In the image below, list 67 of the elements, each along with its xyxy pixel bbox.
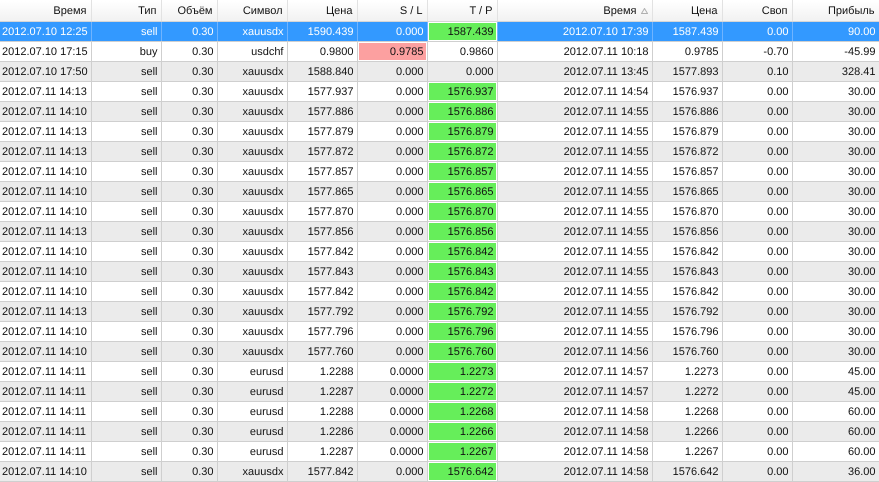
table-row[interactable]: 2012.07.11 14:10 sell 0.30 xauusdx 1577.760 0.000 1576.760 2012.07.11 14:56 1576.760 0.00 30.00 [0,342,879,362]
table-cell: 1.2272 [427,382,497,402]
column-header[interactable]: Время [497,0,652,22]
column-header[interactable]: Своп [722,0,792,22]
table-row[interactable]: 2012.07.11 14:13 sell 0.30 xauusdx 1577.792 0.000 1576.792 2012.07.11 14:55 1576.792 0.00 30.00 [0,302,879,322]
table-row[interactable]: 2012.07.11 14:10 sell 0.30 xauusdx 1577.843 0.000 1576.843 2012.07.11 14:55 1576.843 0.00 30.00 [0,262,879,282]
table-cell: 1576.879 [427,122,497,142]
table-cell: 1587.439 [427,22,497,42]
column-header[interactable]: S / L [357,0,427,22]
table-cell: 0.9785 [357,42,427,62]
table-row[interactable]: 2012.07.11 14:11 sell 0.30 eurusd 1.2288 0.0000 1.2273 2012.07.11 14:57 1.2273 0.00 45.00 [0,362,879,382]
table-cell: 0.000 [357,462,427,482]
table-cell: 2012.07.11 14:58 [497,462,652,482]
table-cell: 1576.842 [427,242,497,262]
table-cell: 36.00 [792,462,879,482]
table-cell: 1576.856 [427,222,497,242]
column-header[interactable]: Тип [91,0,161,22]
table-cell: 1576.870 [427,202,497,222]
column-header[interactable]: Цена [287,0,357,22]
table-cell: 1576.642 [652,462,722,482]
table-row[interactable]: 2012.07.11 14:10 sell 0.30 xauusdx 1577.796 0.000 1576.796 2012.07.11 14:55 1576.796 0.00 30.00 [0,322,879,342]
column-header[interactable]: Прибыль [792,0,879,22]
table-row[interactable]: 2012.07.10 17:15 buy 0.30 usdchf 0.9800 0.9785 0.9860 2012.07.11 10:18 0.9785 -0.70 -45.99 [0,42,879,62]
table-row[interactable]: 2012.07.11 14:10 sell 0.30 xauusdx 1577.842 0.000 1576.842 2012.07.11 14:55 1576.842 0.00 30.00 [0,242,879,262]
table-row[interactable]: 2012.07.11 14:10 sell 0.30 xauusdx 1577.865 0.000 1576.865 2012.07.11 14:55 1576.865 0.00 30.00 [0,182,879,202]
table-cell: 1576.760 [427,342,497,362]
table-cell: 0.30 [161,462,217,482]
table-row[interactable]: 2012.07.11 14:13 sell 0.30 xauusdx 1577.937 0.000 1576.937 2012.07.11 14:54 1576.937 0.00 30.00 [0,82,879,102]
table-cell: 1.2267 [427,442,497,462]
table-cell: 0.00 [722,462,792,482]
table-row[interactable]: 2012.07.11 14:10 sell 0.30 xauusdx 1577.842 0.000 1576.642 2012.07.11 14:58 1576.642 0.00 36.00 [0,462,879,482]
table-row[interactable]: 2012.07.11 14:10 sell 0.30 xauusdx 1577.842 0.000 1576.842 2012.07.11 14:55 1576.842 0.00 30.00 [0,282,879,302]
table-row[interactable]: 2012.07.11 14:10 sell 0.30 xauusdx 1577.857 0.000 1576.857 2012.07.11 14:55 1576.857 0.00 30.00 [0,162,879,182]
table-row[interactable]: 2012.07.11 14:13 sell 0.30 xauusdx 1577.856 0.000 1576.856 2012.07.11 14:55 1576.856 0.00 30.00 [0,222,879,242]
table-row[interactable]: 2012.07.10 12:25 sell 0.30 xauusdx 1590.439 0.000 1587.439 2012.07.10 17:39 1587.439 0.00 90.00 [0,22,879,42]
column-header[interactable]: T / P [427,0,497,22]
table-row[interactable]: 2012.07.11 14:10 sell 0.30 xauusdx 1577.886 0.000 1576.886 2012.07.11 14:55 1576.886 0.00 30.00 [0,102,879,122]
table-cell: xauusdx [217,462,287,482]
column-header[interactable]: Цена [652,0,722,22]
table-row[interactable]: 2012.07.10 17:50 sell 0.30 xauusdx 1588.840 0.000 0.000 2012.07.11 13:45 1577.893 0.10 328.41 [0,62,879,82]
table-row[interactable]: 2012.07.11 14:11 sell 0.30 eurusd 1.2288 0.0000 1.2268 2012.07.11 14:58 1.2268 0.00 60.00 [0,402,879,422]
table-cell: 2012.07.11 14:10 [0,462,91,482]
sort-icon [640,8,648,14]
table-cell: 1.2273 [427,362,497,382]
table-cell: 1576.937 [427,82,497,102]
column-header[interactable]: Время [0,0,91,22]
table-row[interactable]: 2012.07.11 14:11 sell 0.30 eurusd 1.2287 0.0000 1.2272 2012.07.11 14:57 1.2272 0.00 45.00 [0,382,879,402]
table-cell: 1576.872 [427,142,497,162]
table-cell: 1576.642 [427,462,497,482]
table-cell: 1.2268 [427,402,497,422]
table-row[interactable]: 2012.07.11 14:13 sell 0.30 xauusdx 1577.872 0.000 1576.872 2012.07.11 14:55 1576.872 0.00 30.00 [0,142,879,162]
table-cell: 1576.796 [427,322,497,342]
table-cell: 1576.843 [427,262,497,282]
column-header[interactable]: Символ [217,0,287,22]
table-cell: 1576.842 [427,282,497,302]
table-cell: 1576.857 [427,162,497,182]
table-row[interactable]: 2012.07.11 14:11 sell 0.30 eurusd 1.2286 0.0000 1.2266 2012.07.11 14:58 1.2266 0.00 60.00 [0,422,879,442]
table-cell: 1576.792 [427,302,497,322]
table-row[interactable]: 2012.07.11 14:13 sell 0.30 xauusdx 1577.879 0.000 1576.879 2012.07.11 14:55 1576.879 0.00 30.00 [0,122,879,142]
table-cell: 1.2266 [427,422,497,442]
column-header[interactable]: Объём [161,0,217,22]
table-cell: sell [91,462,161,482]
table-cell: 1576.886 [427,102,497,122]
table-row[interactable]: 2012.07.11 14:10 sell 0.30 xauusdx 1577.870 0.000 1576.870 2012.07.11 14:55 1576.870 0.00 30.00 [0,202,879,222]
table-cell: 1576.865 [427,182,497,202]
table-cell: 1577.842 [287,462,357,482]
table-row[interactable]: 2012.07.11 14:11 sell 0.30 eurusd 1.2287 0.0000 1.2267 2012.07.11 14:58 1.2267 0.00 60.00 [0,442,879,462]
